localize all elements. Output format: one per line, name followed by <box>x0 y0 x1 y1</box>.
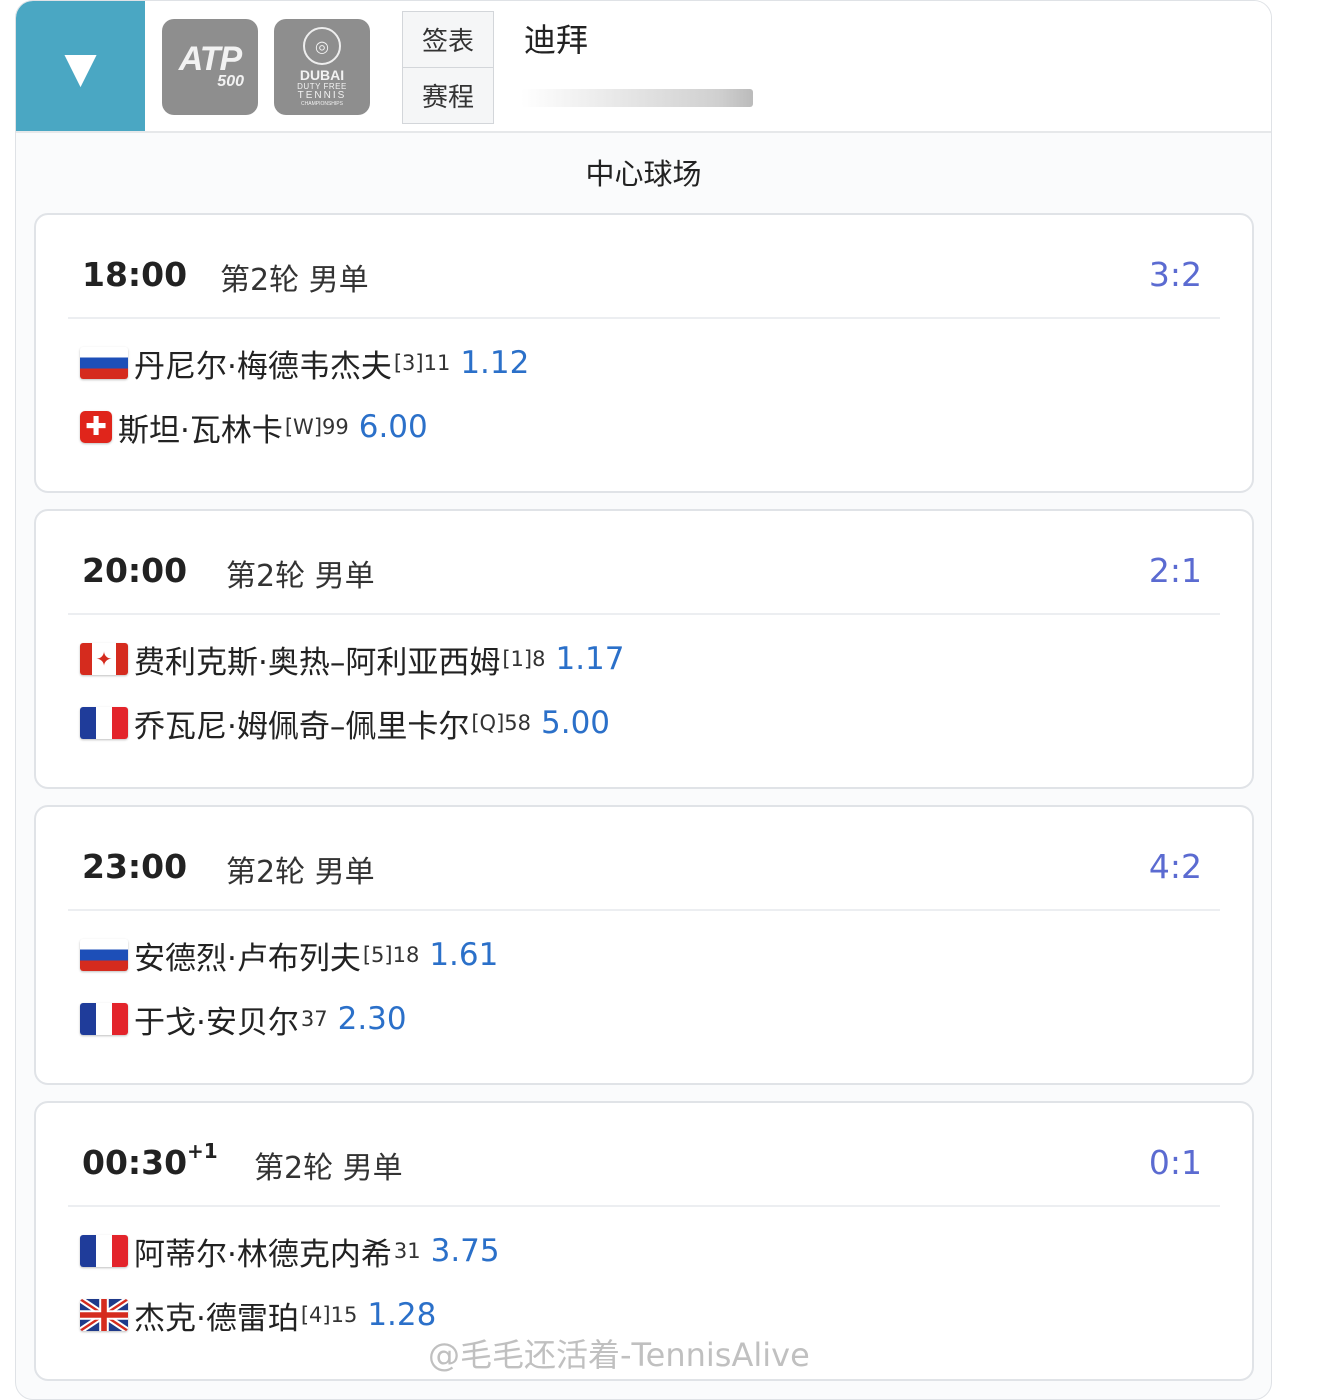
dubai-logo-line3: TENNIS <box>297 90 347 101</box>
player-row[interactable]: 于戈·安贝尔 37 2.30 <box>80 999 407 1041</box>
player-seed-rank: [Q]58 <box>471 711 531 735</box>
match-round: 第2轮 男单 <box>254 1151 403 1186</box>
match-time: 18:00 <box>82 255 188 294</box>
switzerland-flag-icon: ✚ <box>80 411 112 443</box>
france-flag-icon <box>80 1235 128 1267</box>
player-name: 丹尼尔·梅德韦杰夫 <box>134 348 392 385</box>
match-time: 23:00 <box>82 847 188 886</box>
player-odds: 5.00 <box>541 705 611 741</box>
player-seed-rank: 37 <box>300 1007 328 1031</box>
player-name: 于戈·安贝尔 <box>134 1004 299 1041</box>
collapse-toggle-button[interactable]: ▼ <box>16 1 145 131</box>
match-score: 3:2 <box>1148 255 1202 294</box>
player-row[interactable]: ✦ 费利克斯·奥热–阿利亚西姆 [1]8 1.17 <box>80 639 625 681</box>
divider <box>68 1205 1220 1207</box>
player-row[interactable]: 安德烈·卢布列夫 [5]18 1.61 <box>80 935 499 977</box>
next-day-marker: +1 <box>187 1139 218 1163</box>
player-row[interactable]: 乔瓦尼·姆佩奇–佩里卡尔 [Q]58 5.00 <box>80 703 611 745</box>
draw-button[interactable]: 签表 <box>403 12 493 67</box>
divider <box>68 909 1220 911</box>
blurred-subtitle <box>521 89 753 107</box>
divider <box>68 317 1220 319</box>
tournament-header: ▼ ATP 500 ◎ DUBAI DUTY FREE TENNIS CHAMP… <box>16 1 1271 133</box>
player-seed-rank: [1]8 <box>502 647 546 671</box>
player-name: 阿蒂尔·林德克内希 <box>134 1236 392 1273</box>
player-name: 安德烈·卢布列夫 <box>134 940 361 977</box>
match-card[interactable]: 20:00 第2轮 男单 2:1 ✦ 费利克斯·奥热–阿利亚西姆 [1]8 1.17 乔瓦尼·… <box>34 509 1254 789</box>
player-seed-rank: [W]99 <box>284 415 349 439</box>
player-odds: 1.61 <box>429 937 499 973</box>
player-row[interactable]: 丹尼尔·梅德韦杰夫 [3]11 1.12 <box>80 343 530 385</box>
match-round: 第2轮 男单 <box>226 559 375 594</box>
player-odds: 2.30 <box>337 1001 407 1037</box>
player-odds: 1.28 <box>367 1297 437 1333</box>
match-score: 2:1 <box>1148 551 1202 590</box>
dubai-tournament-logo: ◎ DUBAI DUTY FREE TENNIS CHAMPIONSHIPS <box>274 19 370 115</box>
match-card[interactable]: 18:00 第2轮 男单 3:2 丹尼尔·梅德韦杰夫 [3]11 1.12 ✚ 斯坦·瓦林卡[… <box>34 213 1254 493</box>
atp-logo-text: ATP <box>178 40 242 78</box>
player-row[interactable]: 杰克·德雷珀 [4]15 1.28 <box>80 1295 437 1337</box>
france-flag-icon <box>80 1003 128 1035</box>
watermark: @毛毛还活着-TennisAlive <box>428 1336 810 1374</box>
view-switcher: 签表 赛程 <box>402 11 494 124</box>
player-row[interactable]: 阿蒂尔·林德克内希 31 3.75 <box>80 1231 500 1273</box>
player-name: 费利克斯·奥热–阿利亚西姆 <box>134 644 501 681</box>
tennis-ball-icon: ◎ <box>303 27 341 65</box>
match-score: 4:2 <box>1148 847 1202 886</box>
player-name: 斯坦·瓦林卡 <box>118 412 283 449</box>
player-seed-rank: [5]18 <box>362 943 420 967</box>
atp-500-logo: ATP 500 <box>162 19 258 115</box>
player-odds: 3.75 <box>430 1233 500 1269</box>
court-title: 中心球场 <box>585 157 702 191</box>
dubai-logo-line1: DUBAI <box>299 67 345 83</box>
divider <box>68 613 1220 615</box>
triangle-down-icon: ▼ <box>64 43 97 92</box>
player-row[interactable]: ✚ 斯坦·瓦林卡 [W]99 6.00 <box>80 407 428 449</box>
schedule-panel: ▼ ATP 500 ◎ DUBAI DUTY FREE TENNIS CHAMP… <box>15 0 1272 1400</box>
player-odds: 1.17 <box>555 641 625 677</box>
russia-flag-icon <box>80 939 128 971</box>
player-seed-rank: [4]15 <box>300 1303 358 1327</box>
match-round: 第2轮 男单 <box>226 855 375 890</box>
match-time: 20:00 <box>82 551 188 590</box>
match-time: 00:30+1 <box>82 1139 218 1182</box>
player-odds: 1.12 <box>460 345 530 381</box>
atp-logo-sub: 500 <box>217 73 244 90</box>
player-name: 乔瓦尼·姆佩奇–佩里卡尔 <box>134 708 470 745</box>
player-odds: 6.00 <box>358 409 428 445</box>
uk-flag-icon <box>80 1299 128 1331</box>
canada-flag-icon: ✦ <box>80 643 128 675</box>
city-title: 迪拜 <box>524 21 589 59</box>
dubai-logo-line4: CHAMPIONSHIPS <box>301 101 343 107</box>
match-round: 第2轮 男单 <box>220 263 369 298</box>
schedule-button[interactable]: 赛程 <box>403 67 493 123</box>
france-flag-icon <box>80 707 128 739</box>
player-name: 杰克·德雷珀 <box>134 1300 299 1337</box>
match-score: 0:1 <box>1148 1143 1202 1182</box>
russia-flag-icon <box>80 347 128 379</box>
player-seed-rank: [3]11 <box>393 351 451 375</box>
player-seed-rank: 31 <box>393 1239 421 1263</box>
match-card[interactable]: 23:00 第2轮 男单 4:2 安德烈·卢布列夫 [5]18 1.61 于戈·安贝尔 37 2… <box>34 805 1254 1085</box>
